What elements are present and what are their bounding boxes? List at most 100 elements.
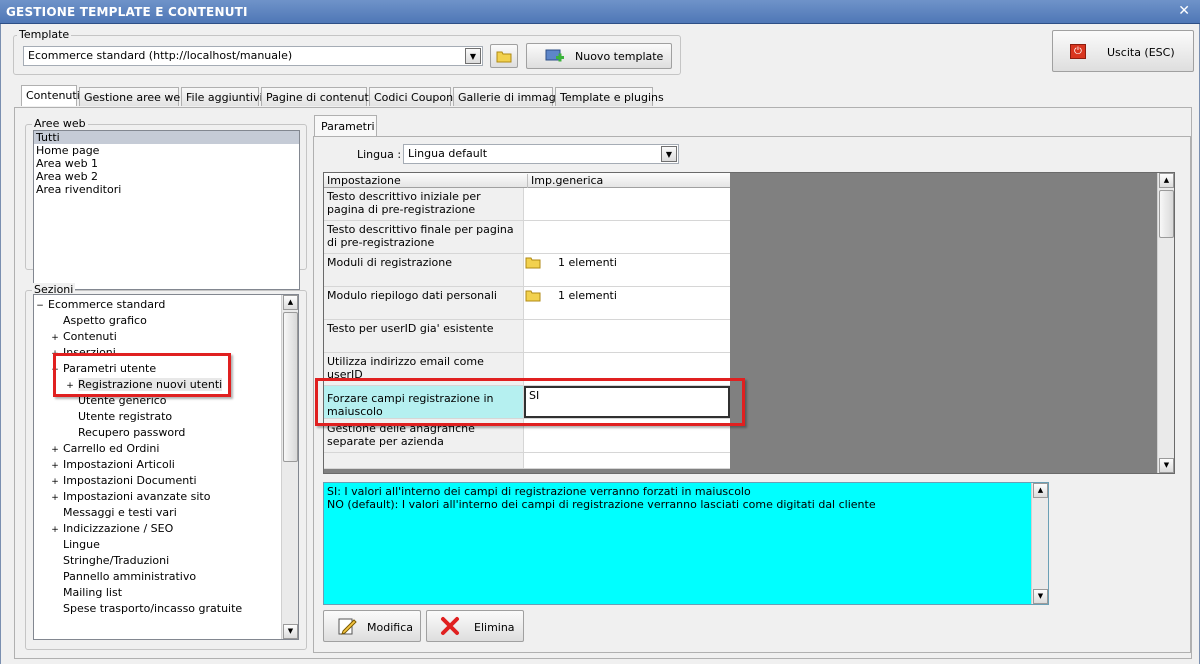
row-value[interactable]: 1 elementi [524, 254, 730, 286]
tree-node[interactable]: Stringhe/Traduzioni [51, 554, 169, 567]
tree-node[interactable]: + Contenuti [51, 330, 117, 345]
lingua-label: Lingua : [357, 148, 402, 161]
list-item[interactable]: Area web 2 [34, 170, 299, 183]
sezioni-scrollbar[interactable]: ▲ ▼ [281, 295, 298, 639]
tab-label: Gestione aree web [84, 91, 188, 104]
tree-node[interactable]: Pannello amministrativo [51, 570, 196, 583]
collapse-icon[interactable]: − [36, 300, 44, 313]
list-item[interactable]: Area rivenditori [34, 183, 299, 196]
tree-node[interactable]: Utente registrato [66, 410, 172, 423]
tab-gestione-aree-web[interactable]: Gestione aree web [79, 87, 187, 106]
delete-button[interactable]: Elimina [426, 610, 524, 642]
template-select[interactable]: Ecommerce standard (http://localhost/man… [23, 46, 483, 66]
row-name: Testo descrittivo iniziale per pagina di… [324, 188, 524, 220]
row-value[interactable] [524, 320, 730, 352]
tree-node-label: Stringhe/Traduzioni [63, 554, 170, 567]
list-item[interactable]: Home page [34, 144, 299, 157]
tree-node[interactable]: + Carrello ed Ordini [51, 442, 159, 457]
table-row[interactable]: Modulo riepilogo dati personali 1 element… [324, 287, 730, 320]
row-value [524, 453, 730, 468]
lingua-select[interactable]: Lingua default ▼ [403, 144, 679, 164]
tab-pagine-di-contenuti[interactable]: Pagine di contenuti [261, 87, 372, 106]
chevron-up-icon[interactable]: ▲ [1159, 173, 1174, 188]
chevron-down-icon[interactable]: ▼ [283, 624, 298, 639]
folder-icon [525, 257, 541, 269]
lingua-select-value: Lingua default [408, 147, 488, 160]
chevron-up-icon[interactable]: ▲ [1033, 483, 1048, 498]
modify-button[interactable]: Modifica [323, 610, 421, 642]
row-value-text: 1 elementi [558, 256, 617, 269]
tree-node-label: Aspetto grafico [63, 314, 147, 327]
close-icon[interactable]: ✕ [1178, 3, 1190, 19]
template-select-value: Ecommerce standard (http://localhost/man… [28, 49, 293, 62]
tree-node[interactable]: Messaggi e testi vari [51, 506, 177, 519]
tree-node-label: Spese trasporto/incasso gratuite [63, 602, 243, 615]
tree-node[interactable]: Recupero password [66, 426, 185, 439]
expand-icon[interactable]: + [51, 524, 59, 537]
expand-icon[interactable]: + [51, 492, 59, 505]
tree-node[interactable]: + Impostazioni avanzate sito [51, 490, 210, 505]
chevron-up-icon[interactable]: ▲ [283, 295, 298, 310]
modify-label: Modifica [367, 621, 413, 634]
row-name: Testo per userID gia' esistente [324, 320, 524, 352]
row-name [324, 453, 524, 468]
tree-node-label: Recupero password [78, 426, 186, 439]
grid-header-impostazione: Impostazione [327, 174, 401, 187]
template-label: Template [17, 28, 72, 41]
tree-node-label: Impostazioni avanzate sito [63, 490, 211, 503]
expand-icon[interactable]: + [51, 476, 59, 489]
table-row[interactable]: Moduli di registrazione 1 elementi [324, 254, 730, 287]
tree-node[interactable]: Mailing list [51, 586, 122, 599]
tree-node[interactable]: − Ecommerce standard [36, 298, 165, 313]
tab-label: Pagine di contenuti [266, 91, 372, 104]
row-value[interactable]: 1 elementi [524, 287, 730, 319]
folder-icon [496, 51, 512, 63]
grid-scrollbar[interactable]: ▲ ▼ [1157, 173, 1174, 473]
chevron-down-icon[interactable]: ▼ [1159, 458, 1174, 473]
tree-node-label: Contenuti [63, 330, 117, 343]
highlight-registrazione [53, 353, 231, 397]
new-template-button[interactable]: Nuovo template [526, 43, 672, 69]
tab-label: Contenuti [26, 89, 80, 102]
chevron-down-icon[interactable]: ▼ [1033, 589, 1048, 604]
expand-icon[interactable]: + [51, 332, 59, 345]
parametri-tab[interactable]: Parametri [314, 115, 377, 136]
sezioni-tree[interactable]: − Ecommerce standard Aspetto grafico + Conte… [33, 294, 299, 640]
tab-codici-coupon[interactable]: Codici Coupon [369, 87, 453, 106]
tab-template-e-plugins[interactable]: Template e plugins [555, 87, 664, 106]
expand-icon[interactable]: + [51, 460, 59, 473]
chevron-down-icon[interactable]: ▼ [465, 48, 481, 64]
parametri-tab-label: Parametri [321, 120, 375, 133]
expand-icon[interactable]: + [51, 444, 59, 457]
tree-node[interactable]: Spese trasporto/incasso gratuite [51, 602, 242, 615]
tree-node[interactable]: + Impostazioni Documenti [51, 474, 196, 489]
exit-button[interactable]: ⏻ Uscita (ESC) [1052, 30, 1194, 72]
grid-header: Impostazione Imp.generica [324, 173, 730, 188]
description-line-1: SI: I valori all'interno dei campi di re… [327, 485, 751, 498]
tree-node[interactable]: + Indicizzazione / SEO [51, 522, 173, 537]
description-scrollbar[interactable]: ▲ ▼ [1031, 483, 1048, 604]
tree-node[interactable]: Lingue [51, 538, 100, 551]
list-item[interactable]: Area web 1 [34, 157, 299, 170]
tree-node-label: Carrello ed Ordini [63, 442, 160, 455]
tab-contenuti[interactable]: Contenuti [21, 85, 80, 106]
row-value[interactable] [524, 221, 730, 253]
table-row[interactable]: Testo descrittivo iniziale per pagina di… [324, 188, 730, 221]
tab-file-aggiuntivi[interactable]: File aggiuntivi [181, 87, 263, 106]
folder-icon [525, 290, 541, 302]
tree-node[interactable]: + Impostazioni Articoli [51, 458, 175, 473]
list-item[interactable]: Tutti [34, 131, 299, 144]
tree-node[interactable]: Aspetto grafico [51, 314, 147, 327]
scroll-thumb[interactable] [1159, 190, 1174, 238]
row-name: Moduli di registrazione [324, 254, 524, 286]
open-folder-button[interactable] [490, 44, 518, 68]
highlight-maiuscolo [315, 378, 745, 426]
chevron-down-icon[interactable]: ▼ [661, 146, 677, 162]
tab-label: Gallerie di immagini [458, 91, 569, 104]
table-row[interactable]: Testo per userID gia' esistente [324, 320, 730, 353]
tab-gallerie-di-immagini[interactable]: Gallerie di immagini [453, 87, 569, 106]
tree-node-label: Indicizzazione / SEO [63, 522, 174, 535]
scroll-thumb[interactable] [283, 312, 298, 462]
table-row[interactable]: Testo descrittivo finale per pagina di p… [324, 221, 730, 254]
row-value[interactable] [524, 188, 730, 220]
